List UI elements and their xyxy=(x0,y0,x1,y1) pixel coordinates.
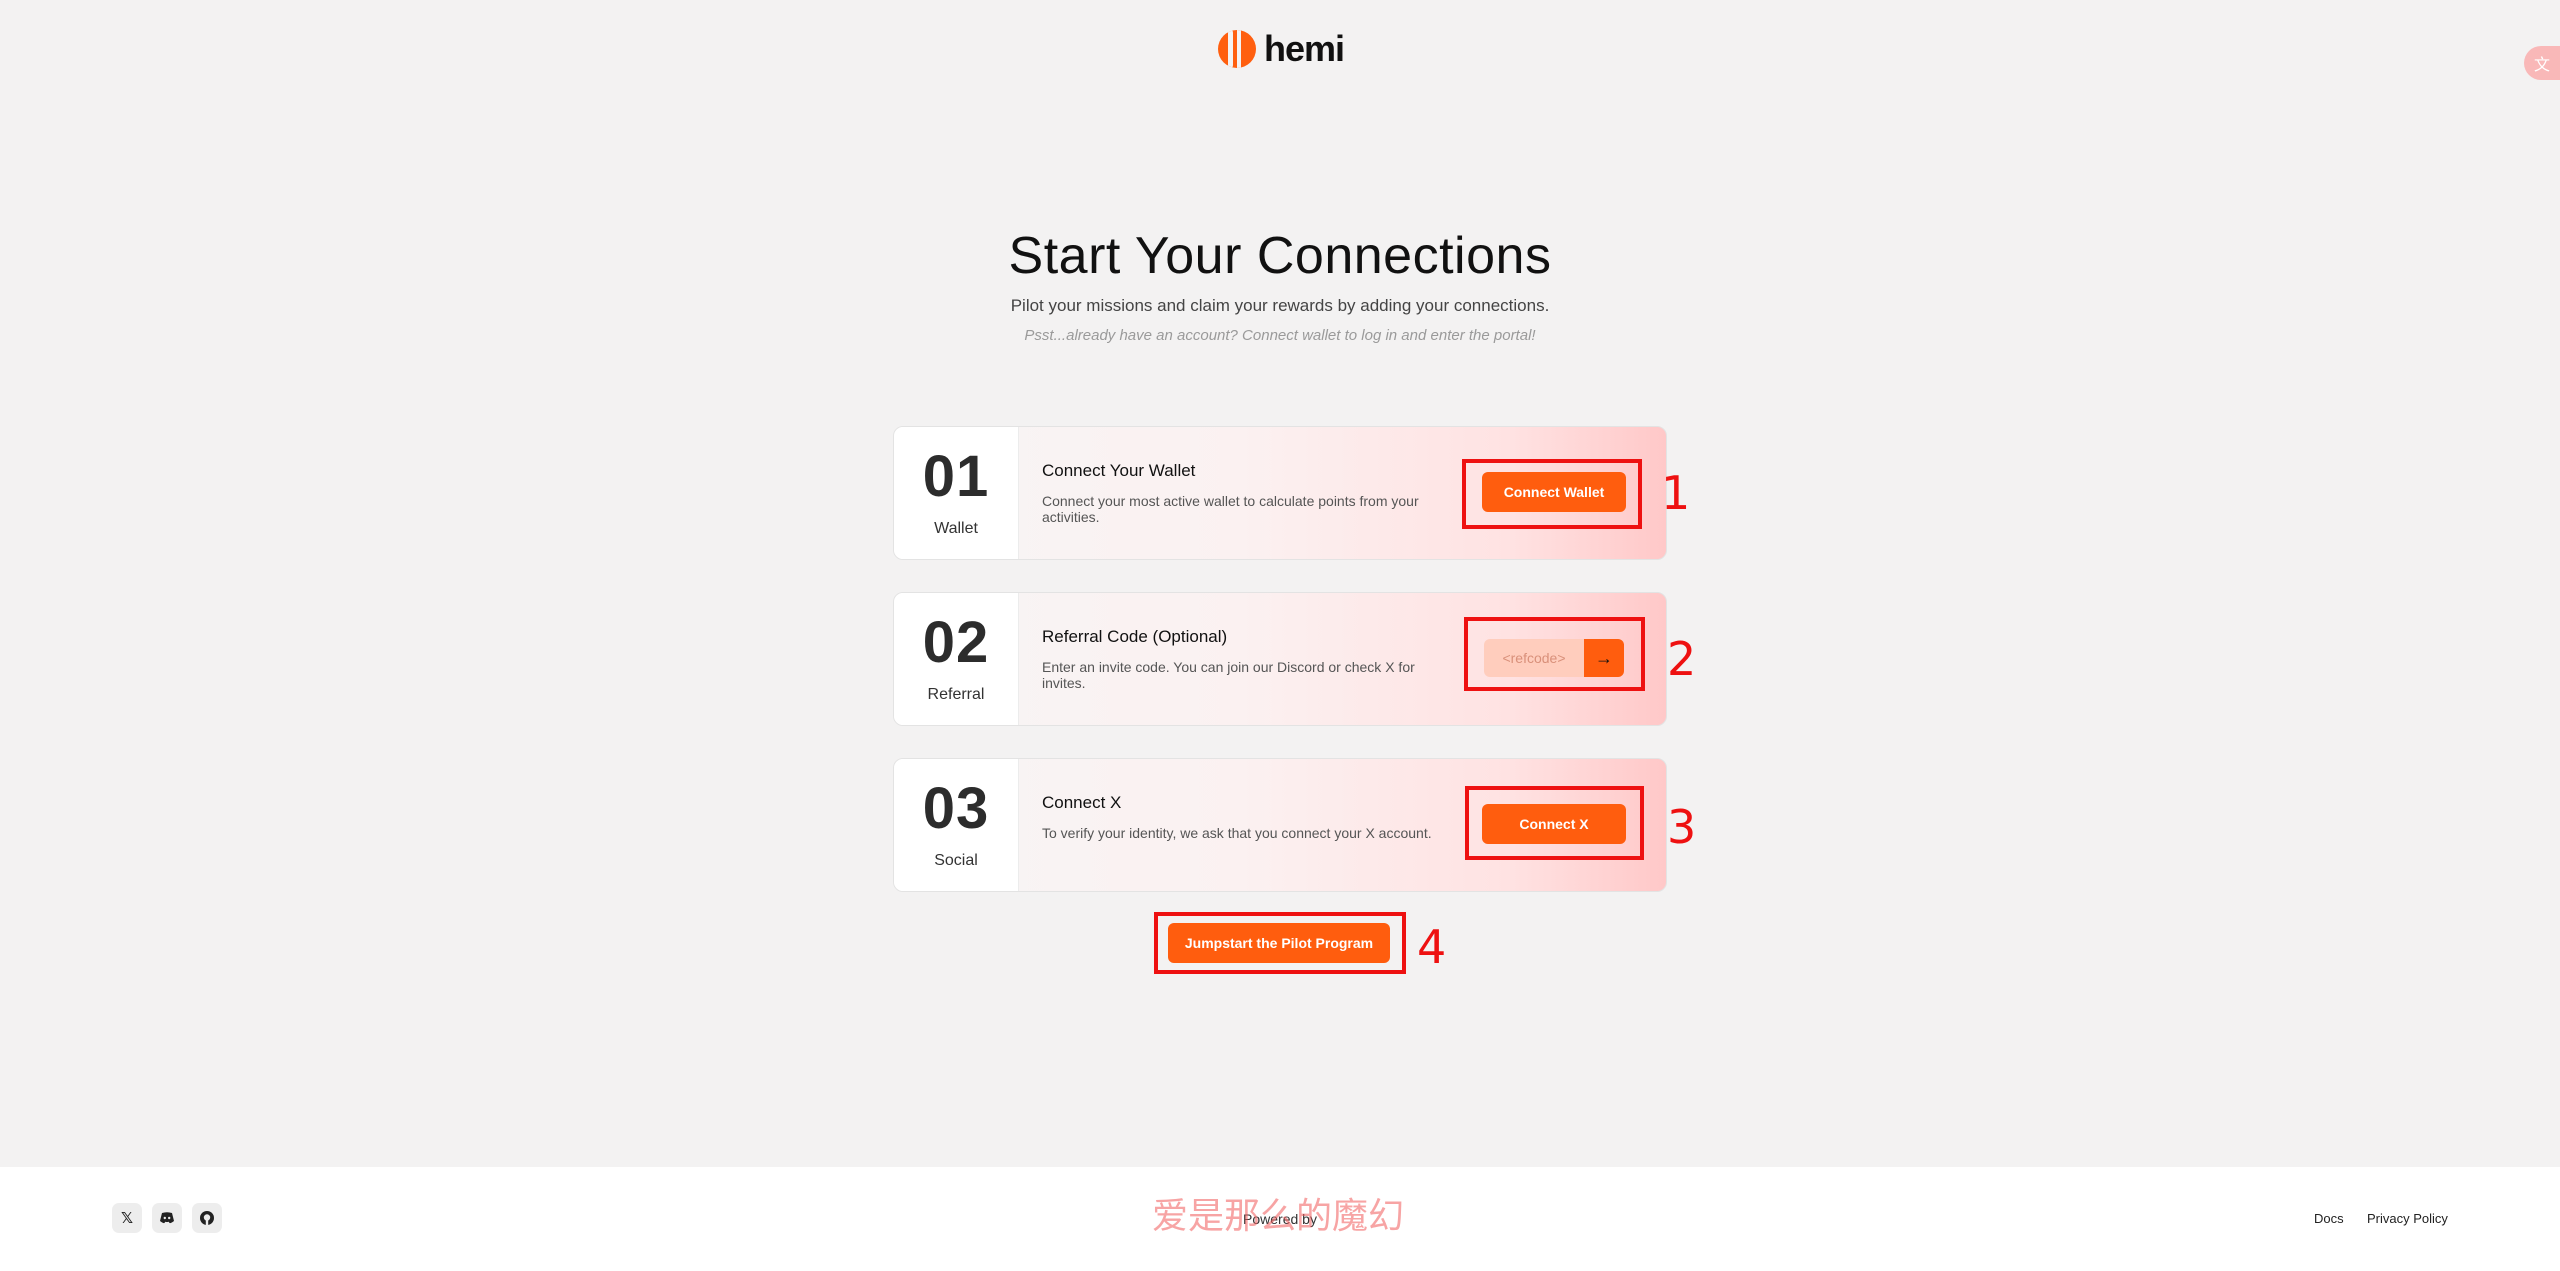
hemi-logo-icon xyxy=(1218,30,1256,68)
step-label: Social xyxy=(934,852,978,869)
step-label: Referral xyxy=(927,686,985,703)
page-subtitle: Pilot your missions and claim your rewar… xyxy=(1010,296,1550,315)
page-title: Start Your Connections xyxy=(1008,227,1552,285)
footer: 𝕏 Powered by 爱是那么的魔幻 Docs Privacy Policy xyxy=(0,1167,2560,1271)
annotation-box-1 xyxy=(1462,459,1642,529)
step-title: Connect X xyxy=(1042,793,1122,812)
step-label: Wallet xyxy=(934,520,978,537)
annotation-marker-4: 4 xyxy=(1417,920,1447,974)
annotation-marker-2: 2 xyxy=(1667,632,1697,686)
docs-link[interactable]: Docs xyxy=(2314,1211,2344,1226)
login-hint: Psst...already have an account? Connect … xyxy=(1024,327,1536,344)
brand-name: hemi xyxy=(1264,28,1345,69)
step-number: 03 xyxy=(922,776,990,841)
step-title: Connect Your Wallet xyxy=(1042,461,1196,480)
hemi-logo[interactable]: hemi xyxy=(1218,28,1345,70)
step-number-box: 01 Wallet xyxy=(894,427,1019,559)
annotation-box-3 xyxy=(1465,786,1644,860)
privacy-policy-link[interactable]: Privacy Policy xyxy=(2367,1211,2448,1226)
step-description: Enter an invite code. You can join our D… xyxy=(1042,659,1415,691)
step-description: Connect your most active wallet to calcu… xyxy=(1042,493,1419,525)
annotation-marker-1: 1 xyxy=(1661,466,1691,520)
step-description: To verify your identity, we ask that you… xyxy=(1042,825,1432,841)
step-number: 01 xyxy=(922,444,990,509)
step-number-box: 03 Social xyxy=(894,759,1019,891)
annotation-box-4 xyxy=(1154,912,1406,974)
watermark-text: 爱是那么的魔幻 xyxy=(1152,1196,1405,1237)
annotation-box-2 xyxy=(1464,617,1645,691)
step-number-box: 02 Referral xyxy=(894,593,1019,725)
translate-widget-icon[interactable]: 文 xyxy=(2524,46,2560,80)
annotation-marker-3: 3 xyxy=(1667,800,1697,854)
step-number: 02 xyxy=(922,610,990,675)
step-title: Referral Code (Optional) xyxy=(1042,627,1228,646)
